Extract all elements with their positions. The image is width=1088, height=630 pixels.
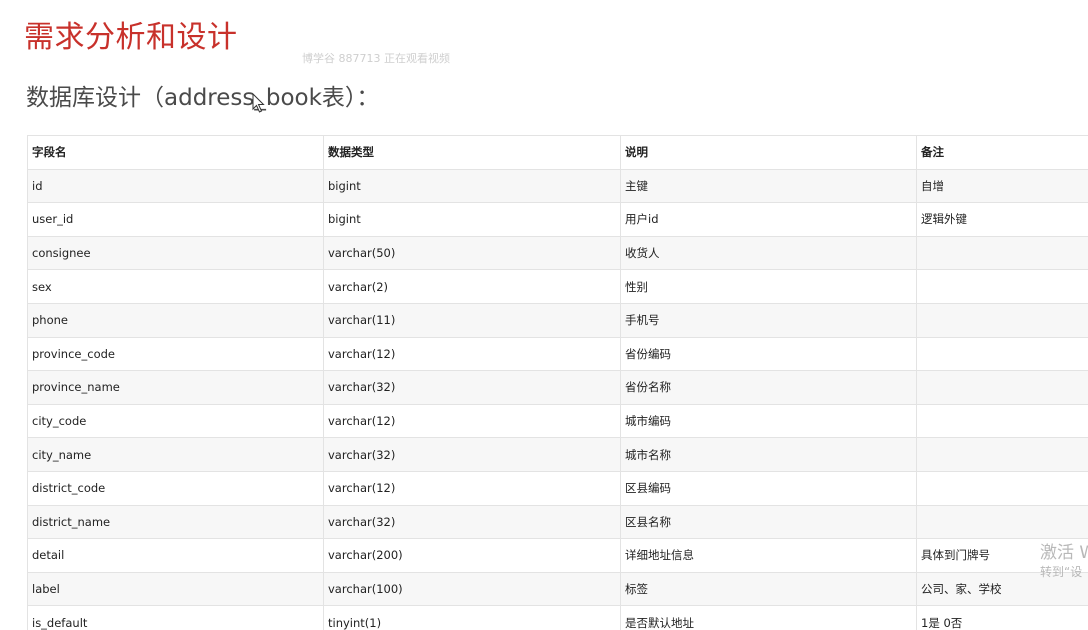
cell-data-type: varchar(12) [323, 403, 621, 439]
table-row: id bigint 主键 自增 [27, 168, 1088, 204]
cell-field-name: city_code [27, 403, 324, 439]
cell-remark [916, 370, 1088, 405]
cell-remark: 自增 [916, 168, 1088, 204]
cell-data-type: varchar(32) [323, 437, 621, 472]
windows-activation-watermark: 激活 W 转到“设 [1040, 543, 1088, 580]
table-row: province_code varchar(12) 省份编码 [27, 336, 1088, 372]
cell-field-name: id [27, 168, 324, 204]
cell-field-name: city_name [27, 437, 324, 472]
cell-field-name: user_id [27, 202, 324, 237]
header-cell-field-name: 字段名 [27, 135, 324, 170]
cell-data-type: varchar(200) [323, 538, 621, 573]
viewer-watermark: 博学谷 887713 正在观看视频 [302, 52, 450, 65]
cell-data-type: varchar(11) [323, 302, 621, 338]
table-row: sex varchar(2) 性别 [27, 269, 1088, 304]
cell-description: 用户id [620, 202, 917, 237]
cell-data-type: varchar(50) [323, 235, 621, 271]
cell-description: 省份编码 [620, 336, 917, 372]
header-cell-remark: 备注 [916, 135, 1088, 170]
cell-remark [916, 235, 1088, 271]
mouse-pointer-icon [252, 93, 265, 113]
cell-field-name: district_code [27, 470, 324, 506]
cell-description: 详细地址信息 [620, 538, 917, 573]
cell-description: 收货人 [620, 235, 917, 271]
cell-data-type: varchar(100) [323, 571, 621, 607]
cell-field-name: label [27, 571, 324, 607]
cell-description: 省份名称 [620, 370, 917, 405]
activation-line-2: 转到“设 [1040, 565, 1083, 580]
cell-description: 区县名称 [620, 504, 917, 540]
cell-remark [916, 470, 1088, 506]
cell-description: 手机号 [620, 302, 917, 338]
cell-remark [916, 336, 1088, 372]
activation-line-1: 激活 W [1040, 543, 1088, 563]
table-header-row: 字段名 数据类型 说明 备注 [27, 135, 1088, 170]
cell-remark [916, 269, 1088, 304]
table-row: city_name varchar(32) 城市名称 [27, 437, 1088, 472]
cell-remark [916, 403, 1088, 439]
table-row: district_name varchar(32) 区县名称 [27, 504, 1088, 540]
table-row: city_code varchar(12) 城市编码 [27, 403, 1088, 439]
table-row: phone varchar(11) 手机号 [27, 302, 1088, 338]
table-row: is_default tinyint(1) 是否默认地址 1是 0否 [27, 605, 1088, 630]
cell-data-type: tinyint(1) [323, 605, 621, 630]
cell-data-type: varchar(12) [323, 336, 621, 372]
table-row: label varchar(100) 标签 公司、家、学校 [27, 571, 1088, 607]
cell-field-name: consignee [27, 235, 324, 271]
header-cell-description: 说明 [620, 135, 917, 170]
table-row: user_id bigint 用户id 逻辑外键 [27, 202, 1088, 237]
table-row: district_code varchar(12) 区县编码 [27, 470, 1088, 506]
cell-description: 是否默认地址 [620, 605, 917, 630]
cell-remark [916, 302, 1088, 338]
cell-data-type: bigint [323, 202, 621, 237]
cell-data-type: varchar(2) [323, 269, 621, 304]
cell-remark: 逻辑外键 [916, 202, 1088, 237]
table-row: detail varchar(200) 详细地址信息 具体到门牌号 [27, 538, 1088, 573]
cell-field-name: sex [27, 269, 324, 304]
cell-description: 区县编码 [620, 470, 917, 506]
cell-field-name: is_default [27, 605, 324, 630]
cell-description: 标签 [620, 571, 917, 607]
cell-description: 主键 [620, 168, 917, 204]
slide-page: 需求分析和设计 博学谷 887713 正在观看视频 数据库设计（address_… [0, 0, 1088, 630]
cell-field-name: detail [27, 538, 324, 573]
cell-field-name: province_code [27, 336, 324, 372]
cell-data-type: varchar(32) [323, 370, 621, 405]
table-container: 字段名 数据类型 说明 备注 id bigint 主键 自增 user_id b… [27, 135, 1088, 630]
cell-description: 城市编码 [620, 403, 917, 439]
cell-description: 性别 [620, 269, 917, 304]
cell-remark [916, 437, 1088, 472]
header-cell-data-type: 数据类型 [323, 135, 621, 170]
section-subtitle: 数据库设计（address_book表）： [26, 85, 380, 111]
cell-remark [916, 504, 1088, 540]
cell-remark: 1是 0否 [916, 605, 1088, 630]
cell-data-type: bigint [323, 168, 621, 204]
cell-field-name: phone [27, 302, 324, 338]
cell-description: 城市名称 [620, 437, 917, 472]
table-row: consignee varchar(50) 收货人 [27, 235, 1088, 271]
address-book-table: 字段名 数据类型 说明 备注 id bigint 主键 自增 user_id b… [27, 135, 1088, 630]
cell-field-name: province_name [27, 370, 324, 405]
cell-data-type: varchar(32) [323, 504, 621, 540]
cell-data-type: varchar(12) [323, 470, 621, 506]
cell-field-name: district_name [27, 504, 324, 540]
page-title: 需求分析和设计 [24, 20, 238, 55]
table-row: province_name varchar(32) 省份名称 [27, 370, 1088, 405]
